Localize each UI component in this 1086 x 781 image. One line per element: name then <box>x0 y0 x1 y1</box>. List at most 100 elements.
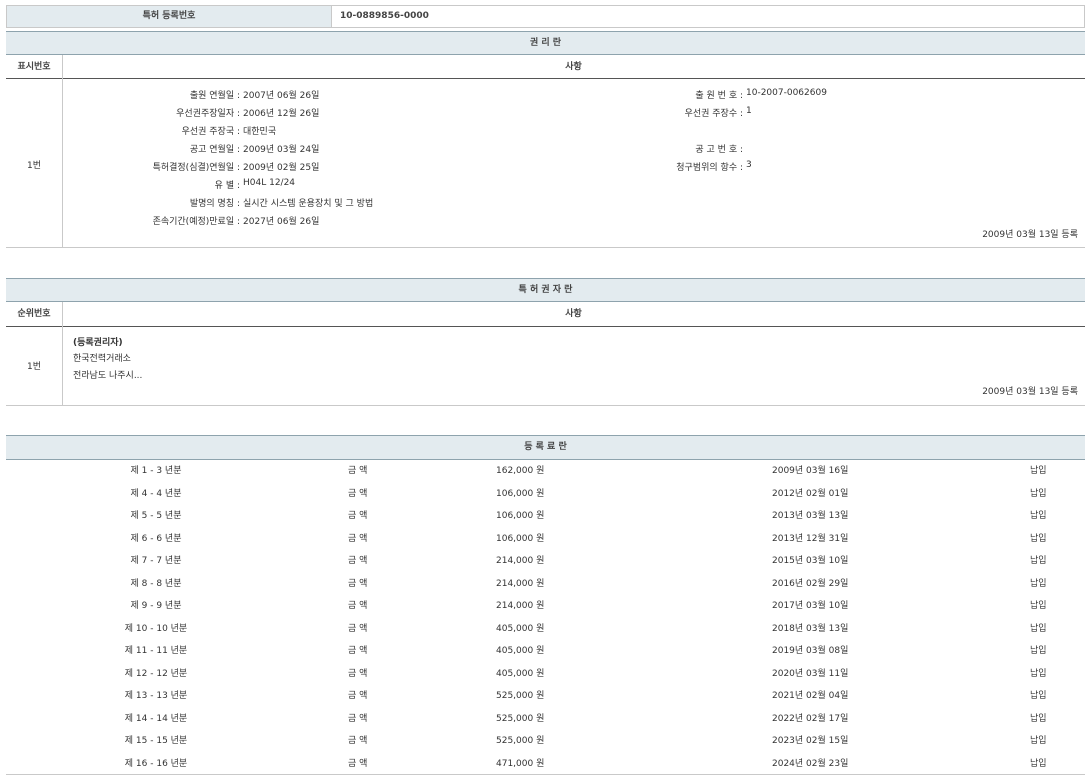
fee-paid-date: 2013년 12월 31일 <box>772 528 848 550</box>
registration-number-bar: 특허 등록번호 10-0889856-0000 <box>6 5 1085 28</box>
fee-paid-date: 2021년 02월 04일 <box>772 685 848 707</box>
fee-amount: 405,000 원 <box>496 663 544 685</box>
fee-period: 제 10 - 10 년분 <box>6 618 306 640</box>
fee-amount: 106,000 원 <box>496 483 544 505</box>
publication-date-value: 2009년 03월 24일 <box>243 142 319 155</box>
publication-number-label: 공 고 번 호 : <box>566 142 743 155</box>
fee-paid-date: 2022년 02월 17일 <box>772 708 848 730</box>
owner-col-item: 사항 <box>62 302 1085 327</box>
fee-period: 제 8 - 8 년분 <box>6 573 306 595</box>
fee-row: 제 1 - 3 년분 금 액 162,000 원 2009년 03월 16일 납… <box>6 460 1085 482</box>
rights-bottom-border <box>6 247 1085 248</box>
owner-bottom-border <box>6 405 1085 406</box>
fee-amount-label: 금 액 <box>348 505 367 527</box>
fee-status: 납입 <box>1030 505 1047 527</box>
invention-title-label: 발명의 명칭 : <box>62 196 240 209</box>
owner-title: 특 허 권 자 란 <box>6 278 1085 302</box>
fee-amount-label: 금 액 <box>348 663 367 685</box>
fee-amount: 162,000 원 <box>496 460 544 482</box>
fee-status: 납입 <box>1030 595 1047 617</box>
fee-period: 제 13 - 13 년분 <box>6 685 306 707</box>
filing-date-value: 2007년 06월 26일 <box>243 88 319 101</box>
fee-paid-date: 2018년 03월 13일 <box>772 618 848 640</box>
rights-col-no: 표시번호 <box>6 55 62 79</box>
owner-divider <box>62 302 63 406</box>
fee-status: 납입 <box>1030 528 1047 550</box>
fee-amount-label: 금 액 <box>348 595 367 617</box>
fee-amount: 214,000 원 <box>496 550 544 572</box>
fee-row: 제 6 - 6 년분 금 액 106,000 원 2013년 12월 31일 납… <box>6 528 1085 550</box>
decision-date-value: 2009년 02월 25일 <box>243 160 319 173</box>
fees-title: 등 록 료 란 <box>6 435 1085 460</box>
classification-label: 유 별 : <box>62 178 240 191</box>
priority-date-label: 우선권주장일자 : <box>62 106 240 119</box>
fee-paid-date: 2015년 03월 10일 <box>772 550 848 572</box>
fee-status: 납입 <box>1030 685 1047 707</box>
fee-status: 납입 <box>1030 618 1047 640</box>
fee-status: 납입 <box>1030 483 1047 505</box>
fee-amount-label: 금 액 <box>348 708 367 730</box>
fee-amount: 214,000 원 <box>496 595 544 617</box>
fee-row: 제 8 - 8 년분 금 액 214,000 원 2016년 02월 29일 납… <box>6 573 1085 595</box>
fee-paid-date: 2009년 03월 16일 <box>772 460 848 482</box>
fee-paid-date: 2012년 02월 01일 <box>772 483 848 505</box>
rights-section: 권 리 란 표시번호 사항 1번 출원 연월일 : 2007년 06월 26일 … <box>6 31 1085 248</box>
fee-amount: 106,000 원 <box>496 528 544 550</box>
fee-period: 제 15 - 15 년분 <box>6 730 306 752</box>
fee-amount-label: 금 액 <box>348 730 367 752</box>
fee-amount-label: 금 액 <box>348 618 367 640</box>
fee-amount: 214,000 원 <box>496 573 544 595</box>
fee-amount: 525,000 원 <box>496 685 544 707</box>
fee-period: 제 12 - 12 년분 <box>6 663 306 685</box>
priority-count-row: 우선권 주장수 : 1 <box>566 106 1066 124</box>
fee-amount-label: 금 액 <box>348 640 367 662</box>
fee-row: 제 15 - 15 년분 금 액 525,000 원 2023년 02월 15일… <box>6 730 1085 752</box>
invention-title-value: 실시간 시스템 운용장치 및 그 방법 <box>243 196 373 209</box>
fee-period: 제 7 - 7 년분 <box>6 550 306 572</box>
fee-amount: 471,000 원 <box>496 753 544 775</box>
claims-count-value: 3 <box>746 160 752 170</box>
registration-number-value: 10-0889856-0000 <box>340 6 429 27</box>
fee-amount-label: 금 액 <box>348 685 367 707</box>
rights-col-item: 사항 <box>62 55 1085 79</box>
decision-date-label: 특허결정(심결)연월일 : <box>62 160 240 173</box>
fee-amount: 525,000 원 <box>496 708 544 730</box>
fee-amount: 525,000 원 <box>496 730 544 752</box>
fee-amount-label: 금 액 <box>348 573 367 595</box>
claims-count-label: 청구범위의 항수 : <box>566 160 743 173</box>
fee-amount: 106,000 원 <box>496 505 544 527</box>
priority-date-value: 2006년 12월 26일 <box>243 106 319 119</box>
application-number-row: 출 원 번 호 : 10-2007-0062609 <box>566 88 1066 106</box>
rights-entry-no: 1번 <box>6 158 62 171</box>
fee-amount: 405,000 원 <box>496 640 544 662</box>
owner-address: 전라남도 나주시... <box>73 368 142 381</box>
rights-registration-date: 2009년 03월 13일 등록 <box>982 227 1078 240</box>
fee-status: 납입 <box>1030 550 1047 572</box>
fee-status: 납입 <box>1030 663 1047 685</box>
fee-row: 제 12 - 12 년분 금 액 405,000 원 2020년 03월 11일… <box>6 663 1085 685</box>
publication-number-row: 공 고 번 호 : <box>566 142 1066 160</box>
owner-name: 한국전력거래소 <box>73 351 131 364</box>
priority-country-value: 대한민국 <box>243 124 276 137</box>
fee-paid-date: 2016년 02월 29일 <box>772 573 848 595</box>
fees-section: 등 록 료 란 제 1 - 3 년분 금 액 162,000 원 2009년 0… <box>6 435 1085 776</box>
fee-amount-label: 금 액 <box>348 528 367 550</box>
fee-paid-date: 2023년 02월 15일 <box>772 730 848 752</box>
owner-col-no: 순위번호 <box>6 302 62 327</box>
fee-row: 제 13 - 13 년분 금 액 525,000 원 2021년 02월 04일… <box>6 685 1085 707</box>
claims-count-row: 청구범위의 항수 : 3 <box>566 160 1066 178</box>
owner-role: (등록권리자) <box>73 335 123 348</box>
fee-period: 제 11 - 11 년분 <box>6 640 306 662</box>
fee-paid-date: 2019년 03월 08일 <box>772 640 848 662</box>
classification-row: 유 별 : H04L 12/24 <box>62 178 662 196</box>
fee-amount: 405,000 원 <box>496 618 544 640</box>
application-number-label: 출 원 번 호 : <box>566 88 743 101</box>
priority-country-label: 우선권 주장국 : <box>62 124 240 137</box>
fee-period: 제 9 - 9 년분 <box>6 595 306 617</box>
fee-status: 납입 <box>1030 708 1047 730</box>
priority-count-value: 1 <box>746 106 752 116</box>
expiry-date-label: 존속기간(예정)만료일 : <box>62 214 240 227</box>
fee-amount-label: 금 액 <box>348 460 367 482</box>
rights-title: 권 리 란 <box>6 31 1085 55</box>
registration-number-label: 특허 등록번호 <box>7 6 332 27</box>
